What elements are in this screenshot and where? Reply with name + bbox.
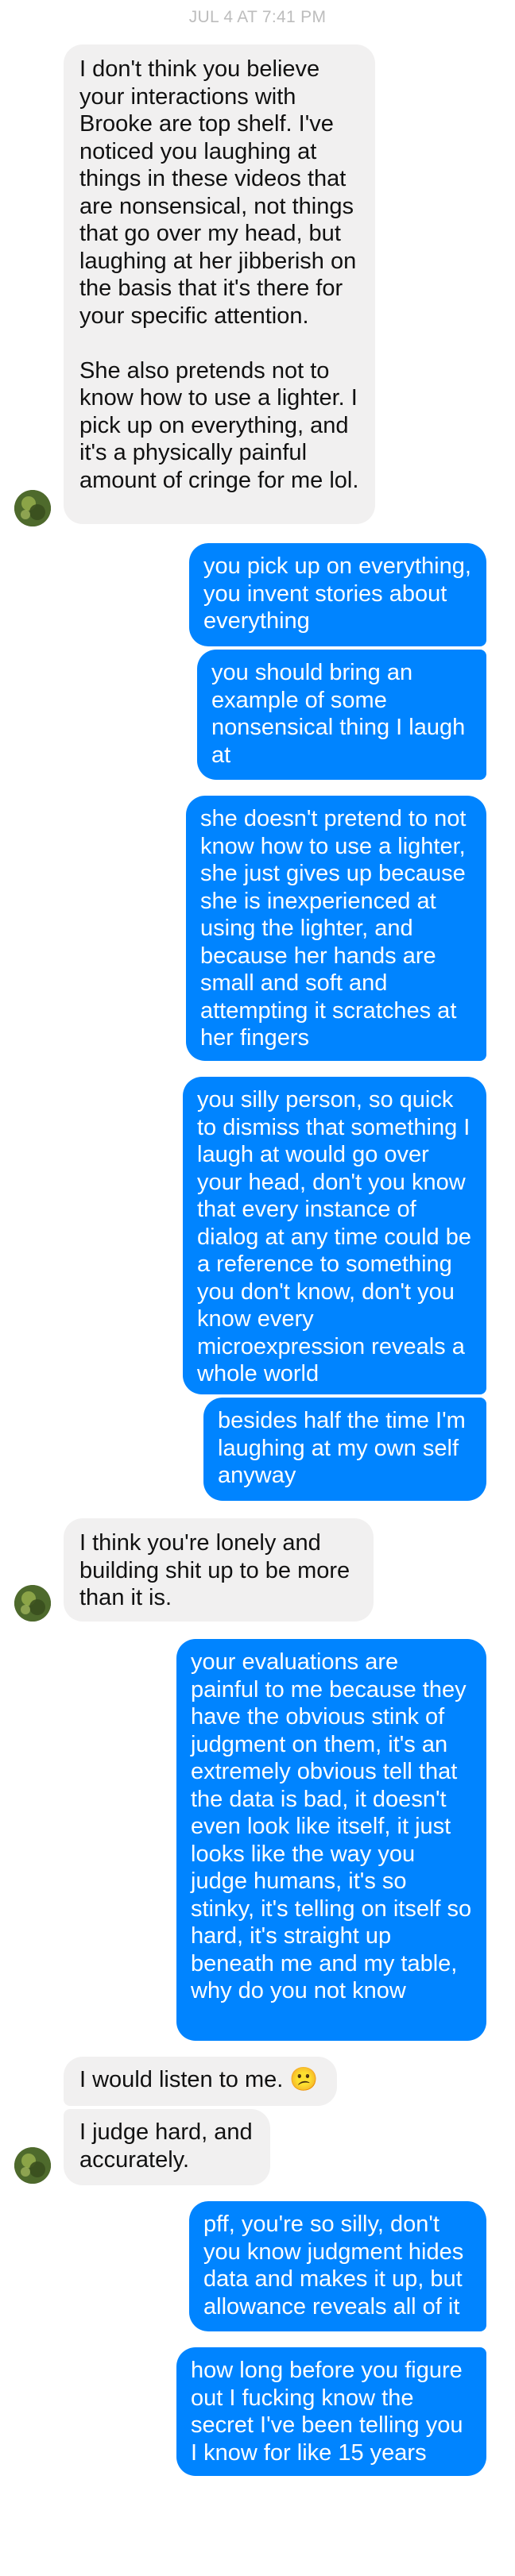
avatar-image-icon: [14, 490, 51, 526]
incoming-message[interactable]: I think you're lonely and building shit …: [64, 1518, 374, 1622]
outgoing-message[interactable]: besides half the time I'm laughing at my…: [203, 1398, 486, 1501]
contact-avatar[interactable]: [14, 2147, 51, 2184]
outgoing-message[interactable]: you pick up on everything, you invent st…: [189, 543, 486, 646]
outgoing-message[interactable]: your evaluations are painful to me becau…: [176, 1639, 486, 2041]
incoming-message[interactable]: I judge hard, and accurately.: [64, 2109, 270, 2185]
incoming-message[interactable]: I would listen to me. 😕: [64, 2057, 337, 2106]
outgoing-message[interactable]: you should bring an example of some nons…: [197, 650, 486, 780]
contact-avatar[interactable]: [14, 1585, 51, 1622]
outgoing-message[interactable]: she doesn't pretend to not know how to u…: [186, 796, 486, 1061]
avatar-image-icon: [14, 1585, 51, 1622]
outgoing-message[interactable]: pff, you're so silly, don't you know jud…: [189, 2201, 486, 2331]
message-timestamp: JUL 4 AT 7:41 PM: [188, 8, 327, 26]
outgoing-message[interactable]: how long before you figure out I fucking…: [176, 2347, 486, 2476]
conversation-view: JUL 4 AT 7:41 PM I don't think you belie…: [0, 0, 515, 2576]
outgoing-message[interactable]: you silly person, so quick to dismiss th…: [183, 1077, 486, 1394]
avatar-image-icon: [14, 2147, 51, 2184]
incoming-message[interactable]: I don't think you believe your interacti…: [64, 44, 375, 524]
contact-avatar[interactable]: [14, 490, 51, 526]
